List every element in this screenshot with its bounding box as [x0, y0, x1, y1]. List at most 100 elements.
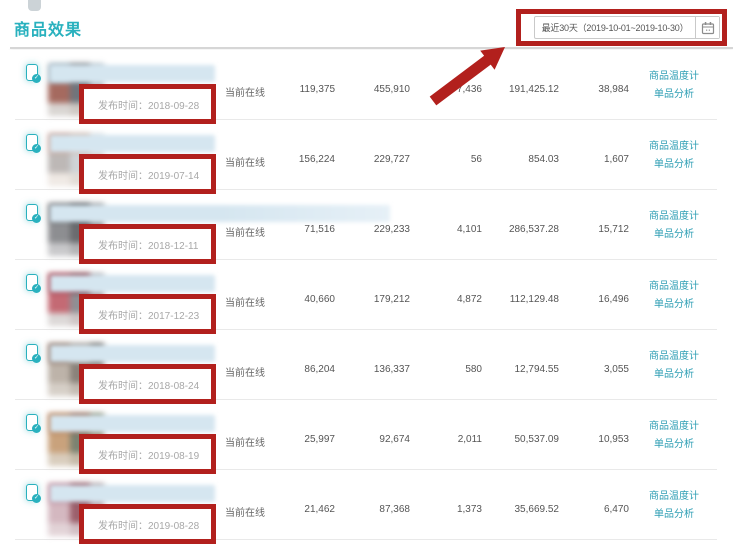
- metric-value: 3,055: [549, 364, 629, 375]
- publish-date-label: 发布时间：2018-09-28: [84, 97, 199, 112]
- product-thermometer-link[interactable]: 商品温度计: [634, 418, 714, 436]
- metric-value: 15,712: [549, 224, 629, 235]
- table-row: ✓ 发布时间：2018-12-11 当前在线 71,516 229,233 4,…: [0, 190, 733, 260]
- check-badge-icon: ✓: [32, 144, 41, 153]
- page: 商品效果 最近30天（2019-10-01~2019-10-30） ✓: [0, 0, 733, 557]
- product-title-blurred: [50, 345, 215, 362]
- metric-value: 10,953: [549, 434, 629, 445]
- publish-date-label: 发布时间：2019-08-19: [84, 447, 199, 462]
- metric-value: 1,607: [549, 154, 629, 165]
- metric-value: 119,375: [255, 84, 335, 95]
- product-table: ✓ 发布时间：2018-09-28 当前在线 119,375 455,910 7…: [0, 50, 733, 540]
- metric-value: 112,129.48: [474, 294, 559, 305]
- product-thermometer-link[interactable]: 商品温度计: [634, 278, 714, 296]
- device-verified-icon: ✓: [26, 274, 38, 291]
- product-title-blurred: [50, 485, 215, 502]
- item-analysis-link[interactable]: 单品分析: [634, 436, 714, 454]
- device-verified-icon: ✓: [26, 64, 38, 81]
- annotation-box-publish-date: 发布时间：2019-07-14: [79, 154, 216, 194]
- table-row: ✓ 发布时间：2019-08-28 当前在线 21,462 87,368 1,3…: [0, 470, 733, 540]
- publish-date-prefix: 发布时间：: [98, 521, 148, 532]
- publish-date-label: 发布时间：2018-08-24: [84, 377, 199, 392]
- metric-value: 25,997: [255, 434, 335, 445]
- check-badge-icon: ✓: [32, 214, 41, 223]
- annotation-box-publish-date: 发布时间：2017-12-23: [79, 294, 216, 334]
- check-badge-icon: ✓: [32, 74, 41, 83]
- publish-date-label: 发布时间：2017-12-23: [84, 307, 199, 322]
- device-verified-icon: ✓: [26, 204, 38, 221]
- metric-value: 286,537.28: [474, 224, 559, 235]
- publish-date-value: 2018-12-11: [148, 241, 198, 252]
- metric-value: 21,462: [255, 504, 335, 515]
- publish-date-prefix: 发布时间：: [98, 451, 148, 462]
- metric-value: 156,224: [255, 154, 335, 165]
- metric-value: 7,436: [402, 84, 482, 95]
- item-analysis-link[interactable]: 单品分析: [634, 226, 714, 244]
- product-thermometer-link[interactable]: 商品温度计: [634, 68, 714, 86]
- publish-date-prefix: 发布时间：: [98, 381, 148, 392]
- publish-date-label: 发布时间：2018-12-11: [84, 237, 198, 252]
- table-row: ✓ 发布时间：2018-09-28 当前在线 119,375 455,910 7…: [0, 50, 733, 120]
- publish-date-label: 发布时间：2019-08-28: [84, 517, 199, 532]
- metric-value: 40,660: [255, 294, 335, 305]
- check-badge-icon: ✓: [32, 284, 41, 293]
- publish-date-prefix: 发布时间：: [98, 311, 148, 322]
- item-analysis-link[interactable]: 单品分析: [634, 86, 714, 104]
- corner-artifact: [28, 0, 41, 11]
- product-thermometer-link[interactable]: 商品温度计: [634, 348, 714, 366]
- metric-value: 4,872: [402, 294, 482, 305]
- table-row: ✓ 发布时间：2019-08-19 当前在线 25,997 92,674 2,0…: [0, 400, 733, 470]
- product-thermometer-link[interactable]: 商品温度计: [634, 208, 714, 226]
- metric-value: 229,727: [330, 154, 410, 165]
- metric-value: 50,537.09: [474, 434, 559, 445]
- date-range-picker[interactable]: 最近30天（2019-10-01~2019-10-30）: [534, 16, 720, 39]
- table-row: ✓ 发布时间：2019-07-14 当前在线 156,224 229,727 5…: [0, 120, 733, 190]
- annotation-box-publish-date: 发布时间：2018-12-11: [79, 224, 216, 264]
- annotation-box-publish-date: 发布时间：2018-09-28: [79, 84, 216, 124]
- metric-value: 2,011: [402, 434, 482, 445]
- row-links: 商品温度计 单品分析: [634, 418, 714, 454]
- check-badge-icon: ✓: [32, 424, 41, 433]
- row-links: 商品温度计 单品分析: [634, 278, 714, 314]
- metric-value: 179,212: [330, 294, 410, 305]
- publish-date-value: 2019-08-19: [148, 451, 199, 462]
- metric-value: 71,516: [255, 224, 335, 235]
- table-row: ✓ 发布时间：2017-12-23 当前在线 40,660 179,212 4,…: [0, 260, 733, 330]
- product-thermometer-link[interactable]: 商品温度计: [634, 488, 714, 506]
- calendar-icon: [701, 21, 715, 35]
- publish-date-value: 2018-08-24: [148, 381, 199, 392]
- publish-date-prefix: 发布时间：: [98, 101, 148, 112]
- row-links: 商品温度计 单品分析: [634, 68, 714, 104]
- metric-value: 455,910: [330, 84, 410, 95]
- device-verified-icon: ✓: [26, 344, 38, 361]
- page-title: 商品效果: [14, 16, 82, 40]
- product-title-blurred: [50, 415, 215, 432]
- row-links: 商品温度计 单品分析: [634, 488, 714, 524]
- calendar-button[interactable]: [695, 17, 719, 38]
- publish-date-value: 2019-07-14: [148, 171, 199, 182]
- item-analysis-link[interactable]: 单品分析: [634, 156, 714, 174]
- annotation-box-publish-date: 发布时间：2019-08-19: [79, 434, 216, 474]
- annotation-box-publish-date: 发布时间：2018-08-24: [79, 364, 216, 404]
- device-verified-icon: ✓: [26, 414, 38, 431]
- metric-value: 12,794.55: [474, 364, 559, 375]
- table-row: ✓ 发布时间：2018-08-24 当前在线 86,204 136,337 58…: [0, 330, 733, 400]
- item-analysis-link[interactable]: 单品分析: [634, 366, 714, 384]
- check-badge-icon: ✓: [32, 494, 41, 503]
- product-title-blurred: [50, 65, 215, 82]
- device-verified-icon: ✓: [26, 134, 38, 151]
- metric-value: 6,470: [549, 504, 629, 515]
- annotation-box-publish-date: 发布时间：2019-08-28: [79, 504, 216, 544]
- metric-value: 1,373: [402, 504, 482, 515]
- metric-value: 191,425.12: [474, 84, 559, 95]
- row-links: 商品温度计 单品分析: [634, 208, 714, 244]
- check-badge-icon: ✓: [32, 354, 41, 363]
- item-analysis-link[interactable]: 单品分析: [634, 506, 714, 524]
- date-range-label: 最近30天（2019-10-01~2019-10-30）: [535, 17, 695, 38]
- metric-value: 16,496: [549, 294, 629, 305]
- row-links: 商品温度计 单品分析: [634, 348, 714, 384]
- publish-date-value: 2017-12-23: [148, 311, 199, 322]
- product-thermometer-link[interactable]: 商品温度计: [634, 138, 714, 156]
- item-analysis-link[interactable]: 单品分析: [634, 296, 714, 314]
- publish-date-prefix: 发布时间：: [98, 241, 148, 252]
